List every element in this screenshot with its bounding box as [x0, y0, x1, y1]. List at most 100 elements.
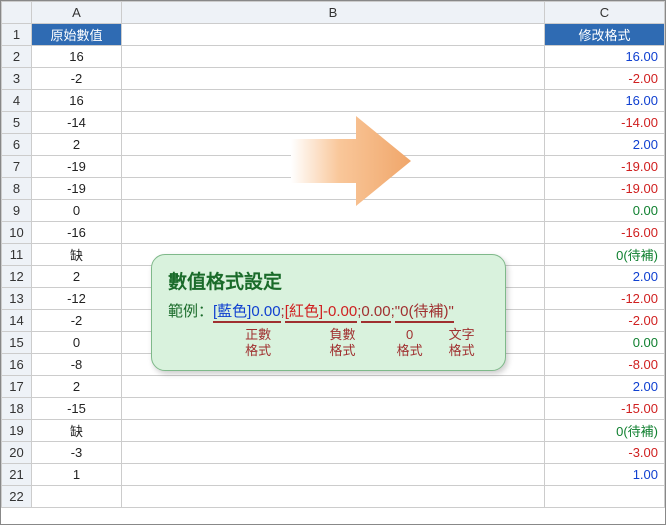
- cell-b[interactable]: [122, 376, 545, 398]
- cell-c[interactable]: 16.00: [545, 46, 665, 68]
- cell-a[interactable]: 原始數值: [32, 24, 122, 46]
- cell-b[interactable]: [122, 486, 545, 508]
- row-header[interactable]: 2: [2, 46, 32, 68]
- cell-b[interactable]: [122, 442, 545, 464]
- cell-c[interactable]: [545, 486, 665, 508]
- cell-a[interactable]: 16: [32, 46, 122, 68]
- legend-zero: 0格式: [385, 327, 435, 360]
- cell-a[interactable]: 1: [32, 464, 122, 486]
- cell-b[interactable]: [122, 24, 545, 46]
- legend-text: 文字格式: [434, 327, 489, 360]
- cell-a[interactable]: -16: [32, 222, 122, 244]
- row-header[interactable]: 22: [2, 486, 32, 508]
- cell-c[interactable]: 1.00: [545, 464, 665, 486]
- legend-negative: 負數格式: [300, 327, 384, 360]
- row-header[interactable]: 9: [2, 200, 32, 222]
- row-header[interactable]: 6: [2, 134, 32, 156]
- cell-a[interactable]: -3: [32, 442, 122, 464]
- table-row: 10-16 -16.00: [2, 222, 665, 244]
- cell-c[interactable]: 0.00: [545, 332, 665, 354]
- cell-c[interactable]: 0.00: [545, 200, 665, 222]
- segment-text: "0(待補)": [395, 303, 454, 323]
- cell-b[interactable]: [122, 200, 545, 222]
- cell-b[interactable]: [122, 134, 545, 156]
- table-row: 22: [2, 486, 665, 508]
- cell-c[interactable]: 2.00: [545, 376, 665, 398]
- cell-c[interactable]: 2.00: [545, 134, 665, 156]
- cell-c[interactable]: 0(待補): [545, 244, 665, 266]
- row-header[interactable]: 20: [2, 442, 32, 464]
- cell-b[interactable]: [122, 178, 545, 200]
- cell-a[interactable]: -2: [32, 68, 122, 90]
- cell-a[interactable]: 0: [32, 332, 122, 354]
- table-row: 172 2.00: [2, 376, 665, 398]
- cell-a[interactable]: 缺: [32, 420, 122, 442]
- row-header[interactable]: 17: [2, 376, 32, 398]
- cell-c[interactable]: 16.00: [545, 90, 665, 112]
- cell-b[interactable]: [122, 222, 545, 244]
- cell-a[interactable]: -19: [32, 156, 122, 178]
- cell-c[interactable]: -2.00: [545, 68, 665, 90]
- cell-c[interactable]: -12.00: [545, 288, 665, 310]
- cell-c[interactable]: -2.00: [545, 310, 665, 332]
- cell-b[interactable]: [122, 398, 545, 420]
- corner-cell[interactable]: [2, 2, 32, 24]
- cell-a[interactable]: -8: [32, 354, 122, 376]
- cell-a[interactable]: 2: [32, 266, 122, 288]
- row-header[interactable]: 3: [2, 68, 32, 90]
- cell-c[interactable]: -8.00: [545, 354, 665, 376]
- row-header[interactable]: 18: [2, 398, 32, 420]
- row-header[interactable]: 14: [2, 310, 32, 332]
- cell-b[interactable]: [122, 90, 545, 112]
- row-header[interactable]: 4: [2, 90, 32, 112]
- row-header[interactable]: 10: [2, 222, 32, 244]
- col-header-c[interactable]: C: [545, 2, 665, 24]
- row-header[interactable]: 15: [2, 332, 32, 354]
- cell-b[interactable]: [122, 46, 545, 68]
- row-header[interactable]: 21: [2, 464, 32, 486]
- row-header[interactable]: 7: [2, 156, 32, 178]
- cell-c[interactable]: -19.00: [545, 178, 665, 200]
- cell-a[interactable]: [32, 486, 122, 508]
- cell-a[interactable]: 16: [32, 90, 122, 112]
- cell-c[interactable]: -3.00: [545, 442, 665, 464]
- cell-a[interactable]: 2: [32, 134, 122, 156]
- cell-a[interactable]: -2: [32, 310, 122, 332]
- cell-b[interactable]: [122, 68, 545, 90]
- cell-a[interactable]: 0: [32, 200, 122, 222]
- row-header[interactable]: 19: [2, 420, 32, 442]
- cell-c[interactable]: -14.00: [545, 112, 665, 134]
- example-label: 範例：: [168, 303, 213, 320]
- cell-c[interactable]: -16.00: [545, 222, 665, 244]
- cell-c[interactable]: -15.00: [545, 398, 665, 420]
- cell-c[interactable]: 修改格式: [545, 24, 665, 46]
- cell-c[interactable]: 2.00: [545, 266, 665, 288]
- row-header[interactable]: 8: [2, 178, 32, 200]
- cell-a[interactable]: -19: [32, 178, 122, 200]
- cell-c[interactable]: -19.00: [545, 156, 665, 178]
- cell-c[interactable]: 0(待補): [545, 420, 665, 442]
- segment-negative: [紅色]-0.00: [285, 303, 358, 323]
- table-row: 7-19 -19.00: [2, 156, 665, 178]
- cell-b[interactable]: [122, 420, 545, 442]
- row-header[interactable]: 5: [2, 112, 32, 134]
- table-row: 18-15 -15.00: [2, 398, 665, 420]
- row-header[interactable]: 1: [2, 24, 32, 46]
- cell-a[interactable]: -12: [32, 288, 122, 310]
- row-header[interactable]: 11: [2, 244, 32, 266]
- row-header[interactable]: 16: [2, 354, 32, 376]
- cell-b[interactable]: [122, 112, 545, 134]
- row-header[interactable]: 13: [2, 288, 32, 310]
- cell-a[interactable]: -14: [32, 112, 122, 134]
- col-header-b[interactable]: B: [122, 2, 545, 24]
- format-info-box: 數值格式設定 範例：[藍色]0.00;[紅色]-0.00;0.00;"0(待補)…: [151, 254, 506, 371]
- col-header-a[interactable]: A: [32, 2, 122, 24]
- cell-a[interactable]: -15: [32, 398, 122, 420]
- table-row: 622.00: [2, 134, 665, 156]
- row-header[interactable]: 12: [2, 266, 32, 288]
- cell-b[interactable]: [122, 464, 545, 486]
- cell-b[interactable]: [122, 156, 545, 178]
- segment-zero: 0.00: [361, 303, 390, 323]
- cell-a[interactable]: 缺: [32, 244, 122, 266]
- cell-a[interactable]: 2: [32, 376, 122, 398]
